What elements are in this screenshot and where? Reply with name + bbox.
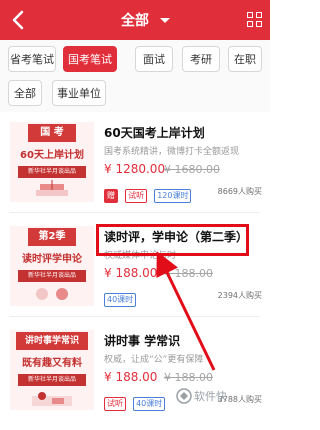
course-tags: 试听 40课时 (104, 391, 167, 411)
course-tags: 赠 试听 120课时 (104, 183, 193, 203)
thumb-band: 国 考 (28, 124, 76, 142)
chip-all[interactable]: 全部 (8, 80, 42, 106)
course-price: ¥ 188.00 (104, 266, 158, 280)
tag-hours: 120课时 (154, 189, 192, 203)
tag-hours: 40课时 (133, 397, 166, 411)
chip-public-institution[interactable]: 事业单位 (52, 80, 106, 106)
course-old-price: ¥ 188.00 (164, 371, 213, 384)
book-illustration (36, 180, 68, 196)
course-subtitle: 权威，让成“公”更有保障 (104, 355, 204, 365)
top-bar: 全部 (0, 0, 270, 40)
tag-trial: 试听 (104, 397, 126, 411)
divider (10, 212, 260, 213)
tag-gift: 赠 (104, 189, 118, 203)
course-tags: 40课时 (104, 287, 138, 307)
tag-trial: 试听 (125, 189, 148, 203)
watermark: 软件快 (176, 386, 270, 406)
category-title: 全部 (121, 13, 149, 29)
buyers-count: 8669人购买 (217, 187, 262, 196)
chip-provincial[interactable]: 省考笔试 (8, 46, 56, 72)
course-old-price: ¥ 188.00 (164, 267, 213, 280)
course-price: ¥ 1280.00 (104, 162, 166, 176)
thumb-headline: 既有趣又有料 (22, 358, 82, 369)
decorative-shapes (36, 288, 68, 300)
watermark-logo-icon (176, 388, 192, 404)
highlight-box (96, 224, 249, 256)
buyers-count: 2394人购买 (217, 291, 262, 300)
chip-interview[interactable]: 面试 (135, 46, 173, 72)
course-price: ¥ 188.00 (104, 370, 158, 384)
course-subtitle: 国考系统精讲，微博打卡全额返现 (104, 147, 240, 157)
tag-hours: 40课时 (104, 293, 137, 307)
thumb-headline: 读时评学申论 (22, 254, 82, 265)
thumb-tagline: 新华社半月谈出品 (18, 374, 86, 386)
grid-menu-icon[interactable] (247, 12, 263, 28)
divider (10, 316, 260, 317)
course-old-price: ¥ 1680.00 (164, 163, 220, 176)
caret-down-icon (160, 18, 170, 23)
thumb-headline: 60天上岸计划 (20, 150, 84, 161)
course-thumbnail: 国 考 60天上岸计划 新华社半月谈出品 (10, 122, 94, 202)
chip-in-service[interactable]: 在职 (228, 46, 262, 72)
watermark-text: 软件快 (194, 390, 227, 403)
course-thumbnail: 讲时事学常识 既有趣又有料 新华社半月谈出品 (10, 330, 94, 410)
reading-figure-illustration (32, 392, 72, 406)
thumb-band: 第2季 (28, 228, 76, 246)
course-title: 讲时事 学常识 (104, 334, 181, 348)
course-item[interactable]: 国 考 60天上岸计划 新华社半月谈出品 60天国考上岸计划 国考系统精讲，微博… (0, 112, 270, 212)
course-title: 60天国考上岸计划 (104, 126, 205, 140)
chip-national[interactable]: 国考笔试 (63, 46, 117, 72)
course-thumbnail: 第2季 读时评学申论 新华社半月谈出品 (10, 226, 94, 306)
chip-postgrad[interactable]: 考研 (182, 46, 220, 72)
thumb-band: 讲时事学常识 (16, 332, 88, 350)
filter-chips: 省考笔试 国考笔试 面试 考研 在职 全部 事业单位 (0, 40, 270, 112)
thumb-tagline: 新华社半月谈出品 (18, 270, 86, 282)
category-dropdown[interactable]: 全部 (0, 10, 270, 30)
thumb-tagline: 新华社半月谈出品 (18, 166, 86, 178)
